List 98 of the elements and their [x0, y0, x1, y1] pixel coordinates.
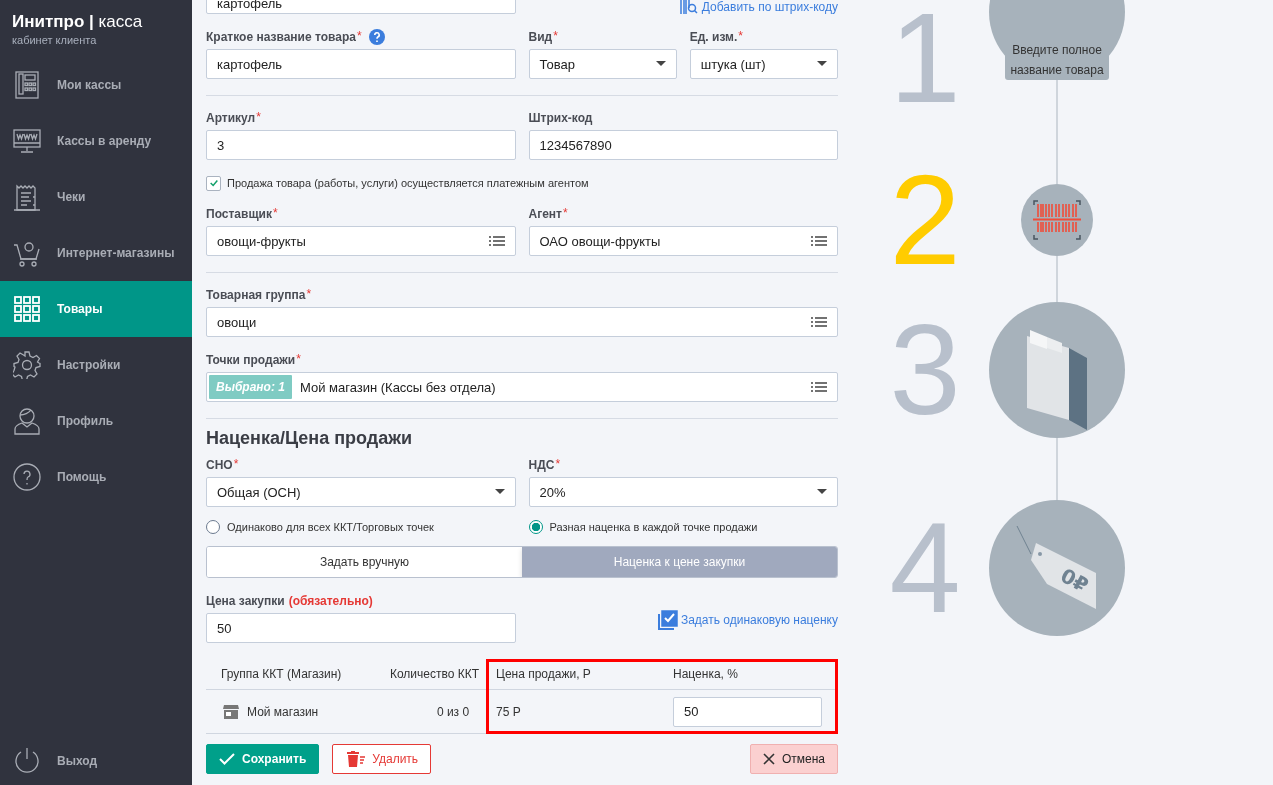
- selection-badge: Выбрано: 1: [209, 375, 292, 399]
- text-field[interactable]: картофель: [206, 49, 516, 79]
- checkbox-icon: [657, 610, 678, 630]
- column-header: Группа ККТ (Магазин): [220, 667, 343, 681]
- dropdown-caret-icon: [494, 489, 505, 495]
- barcode-icon: [679, 0, 698, 14]
- nav-item[interactable]: Интернет-магазины: [0, 225, 192, 281]
- cash-register-icon: [13, 71, 41, 99]
- required-note: (обязательно): [288, 594, 373, 608]
- nav-item[interactable]: Чеки: [0, 169, 192, 225]
- nav-item[interactable]: Мои кассы: [0, 57, 192, 113]
- required-mark: *: [272, 206, 278, 220]
- list-icon: [811, 236, 827, 246]
- nav-item[interactable]: Кассы в аренду: [0, 113, 192, 169]
- cancel-button[interactable]: Отмена: [749, 744, 838, 774]
- tag-price: 0₽: [1056, 563, 1093, 598]
- store-icon: [223, 704, 239, 719]
- required-mark: *: [553, 29, 558, 43]
- list-icon: [811, 382, 827, 392]
- monitor-icon: [13, 127, 41, 155]
- folder-icon: [989, 302, 1125, 438]
- field-label: Ед. изм.: [689, 30, 738, 44]
- grid-icon: [13, 295, 41, 323]
- delete-button[interactable]: Удалить: [332, 744, 432, 774]
- nav-item[interactable]: Профиль: [0, 393, 192, 449]
- radio-button[interactable]: [206, 520, 220, 534]
- help-icon[interactable]: [368, 29, 385, 45]
- section-heading: Наценка/Цена продажи: [206, 427, 414, 449]
- list-icon: [811, 317, 827, 327]
- field-label: Цена закупки: [206, 594, 285, 608]
- trash-icon: [347, 751, 366, 767]
- list-icon: [488, 236, 505, 246]
- check-icon: [208, 178, 219, 188]
- required-mark: *: [296, 352, 301, 366]
- table-cell: 0 из 0: [436, 704, 470, 719]
- close-icon: [762, 753, 775, 765]
- step-number: 4: [888, 495, 962, 642]
- list-field[interactable]: ОАО овощи-фрукты: [528, 226, 838, 256]
- required-mark: *: [306, 287, 312, 301]
- logout-link[interactable]: Выход: [0, 737, 192, 785]
- field-label: Краткое название товара: [206, 30, 356, 44]
- check-icon: [219, 753, 235, 765]
- nav-item[interactable]: Настройки: [0, 337, 192, 393]
- field-label: Штрих-код: [528, 111, 593, 125]
- dropdown-caret-icon: [817, 489, 827, 495]
- checkbox-label: Продажа товара (работы, услуги) осуществляется платежным агентом: [227, 177, 589, 189]
- text-field[interactable]: 3: [206, 130, 516, 160]
- column-header: Цена продажи, Р: [495, 667, 592, 681]
- table-cell: Мой магазин: [247, 704, 319, 719]
- list-field[interactable]: Выбрано: 1 Мой магазин (Кассы без отдела): [206, 372, 838, 402]
- field-label: Точки продажи: [206, 353, 296, 367]
- field-label: СНО: [206, 458, 233, 472]
- select-field[interactable]: Товар: [528, 49, 677, 79]
- user-icon: [13, 407, 41, 435]
- dropdown-caret-icon: [655, 61, 666, 67]
- nav-item[interactable]: Товары: [0, 281, 192, 337]
- barcode-icon: [1021, 184, 1093, 256]
- field-label: Товарная группа: [206, 288, 306, 302]
- markup-field[interactable]: 50: [673, 696, 822, 727]
- receipt-icon: [13, 183, 41, 211]
- power-icon: [13, 747, 41, 775]
- table-cell: 75 Р: [496, 704, 521, 719]
- field-label: Артикул: [206, 111, 256, 125]
- step-number: 1: [888, 0, 962, 131]
- nav-item[interactable]: Помощь: [0, 449, 192, 505]
- column-header: Количество ККТ: [388, 667, 480, 681]
- field-label: Поставщик: [206, 207, 272, 221]
- required-mark: *: [233, 457, 239, 471]
- logo-subtitle: кабинет клиента: [12, 34, 98, 46]
- logo: Инитпро | касса: [12, 12, 144, 32]
- radio-label: Разная наценка в каждой точке продажи: [549, 521, 758, 533]
- help-icon: [13, 463, 41, 491]
- text-field[interactable]: 1234567890: [528, 130, 838, 160]
- required-mark: *: [256, 110, 261, 124]
- required-mark: *: [738, 29, 743, 43]
- checkbox[interactable]: [206, 175, 221, 191]
- settings-icon: [13, 351, 41, 379]
- text-field[interactable]: 50: [206, 613, 516, 643]
- required-mark: *: [356, 29, 362, 43]
- step-number: 3: [888, 297, 962, 444]
- radio-label: Одинаково для всех ККТ/Торговых точек: [227, 521, 434, 533]
- select-field[interactable]: 20%: [528, 477, 838, 507]
- dropdown-caret-icon: [817, 61, 827, 67]
- barcode-link[interactable]: Добавить по штрих-коду: [679, 0, 838, 14]
- cart-icon: [13, 239, 41, 267]
- field-label: Вид: [528, 30, 553, 44]
- list-field[interactable]: овощи-фрукты: [206, 226, 516, 256]
- radio-button[interactable]: [528, 520, 543, 534]
- select-field[interactable]: Общая (ОСН): [206, 477, 516, 507]
- required-mark: *: [562, 206, 568, 220]
- field-label: НДС: [528, 458, 555, 472]
- column-header: Наценка, %: [672, 667, 739, 681]
- list-field[interactable]: овощи: [206, 307, 838, 337]
- required-mark: *: [555, 457, 561, 471]
- field-label: Агент: [528, 207, 562, 221]
- same-markup-checkbox[interactable]: Задать одинаковую наценку: [657, 610, 838, 630]
- select-field[interactable]: штука (шт): [689, 49, 838, 79]
- step-number: 2: [888, 147, 962, 294]
